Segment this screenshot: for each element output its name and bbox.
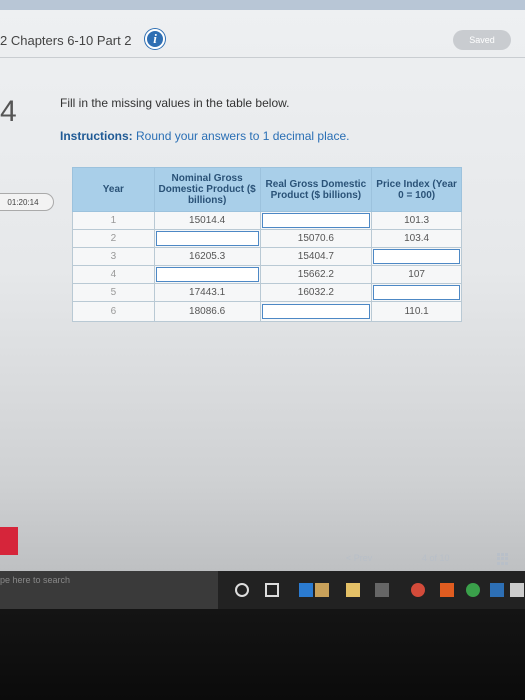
windows-taskbar: pe here to search: [0, 571, 525, 609]
col-header-year: Year: [72, 167, 155, 212]
table-header-row: Year Nominal Gross Domestic Product ($ b…: [72, 167, 462, 212]
price-index-cell: 103.4: [371, 229, 462, 248]
price-index-cell: 101.3: [371, 211, 462, 230]
nominal-gdp-input-year-2[interactable]: [155, 231, 259, 246]
real-gdp-answer-cell: [259, 211, 373, 230]
app-icon[interactable]: [490, 583, 504, 597]
table-row: 3 16205.3 15404.7: [72, 247, 462, 266]
table-row: 5 17443.1 16032.2: [72, 283, 462, 302]
real-gdp-answer-cell: [259, 301, 373, 322]
chrome-icon[interactable]: [466, 583, 480, 597]
instructions-label: Instructions:: [60, 129, 133, 143]
page-indicator[interactable]: 4 of 10: [422, 553, 450, 563]
nominal-gdp-cell: 15014.4: [153, 211, 261, 230]
calculator-icon[interactable]: [510, 583, 524, 597]
real-gdp-input-year-1[interactable]: [261, 213, 371, 228]
app-icon[interactable]: [411, 583, 425, 597]
col-header-nominal-gdp: Nominal Gross Domestic Product ($ billio…: [153, 167, 261, 212]
year-cell: 3: [72, 247, 155, 266]
nominal-gdp-answer-cell: [153, 265, 261, 284]
real-gdp-cell: 15404.7: [259, 247, 373, 266]
year-cell: 4: [72, 265, 155, 284]
instructions-text: Round your answers to 1 decimal place.: [132, 129, 350, 143]
nominal-gdp-input-year-4[interactable]: [155, 267, 259, 282]
task-view-icon[interactable]: [265, 583, 279, 597]
taskbar-search-placeholder: pe here to search: [0, 575, 71, 585]
year-cell: 2: [72, 229, 155, 248]
mail-icon[interactable]: [375, 583, 389, 597]
browser-top-bar: [0, 0, 525, 10]
table-row: 1 15014.4 101.3: [72, 211, 462, 230]
instructions: Instructions: Round your answers to 1 de…: [60, 129, 349, 143]
timer-badge: 01:20:14: [0, 193, 54, 211]
app-icon[interactable]: [440, 583, 454, 597]
table-row: 4 15662.2 107: [72, 265, 462, 284]
price-index-input-year-5[interactable]: [373, 285, 460, 300]
real-gdp-cell: 16032.2: [259, 283, 373, 302]
assignment-title: 2 Chapters 6-10 Part 2: [0, 33, 132, 48]
nominal-gdp-cell: 16205.3: [153, 247, 261, 266]
price-index-cell: 107: [371, 265, 462, 284]
cortana-icon[interactable]: [235, 583, 249, 597]
year-cell: 5: [72, 283, 155, 302]
price-index-answer-cell: [371, 283, 462, 302]
desk-background: [0, 609, 525, 700]
nominal-gdp-cell: 18086.6: [153, 301, 261, 322]
prev-button[interactable]: < Prev: [346, 553, 372, 563]
price-index-cell: 110.1: [371, 301, 462, 322]
store-icon[interactable]: [315, 583, 329, 597]
browser-screen: 2 Chapters 6-10 Part 2 i Saved 4 01:20:1…: [0, 0, 525, 600]
table-row: 2 15070.6 103.4: [72, 229, 462, 248]
gdp-table: Year Nominal Gross Domestic Product ($ b…: [72, 167, 462, 322]
col-header-real-gdp: Real Gross Domestic Product ($ billions): [259, 167, 373, 212]
year-cell: 1: [72, 211, 155, 230]
col-header-price-index: Price Index (Year 0 = 100): [371, 167, 462, 212]
year-cell: 6: [72, 301, 155, 322]
real-gdp-cell: 15662.2: [259, 265, 373, 284]
question-grid-icon[interactable]: [497, 553, 509, 565]
info-icon[interactable]: i: [145, 29, 165, 49]
real-gdp-cell: 15070.6: [259, 229, 373, 248]
taskbar-search-box[interactable]: pe here to search: [0, 571, 218, 609]
nominal-gdp-answer-cell: [153, 229, 261, 248]
question-number: 4: [0, 95, 17, 128]
table-row: 6 18086.6 110.1: [72, 301, 462, 322]
nominal-gdp-cell: 17443.1: [153, 283, 261, 302]
question-prompt: Fill in the missing values in the table …: [60, 96, 290, 110]
price-index-input-year-3[interactable]: [373, 249, 460, 264]
real-gdp-input-year-6[interactable]: [261, 304, 371, 319]
file-explorer-icon[interactable]: [346, 583, 360, 597]
saved-button[interactable]: Saved: [453, 30, 511, 50]
edge-browser-icon[interactable]: [299, 583, 313, 597]
publisher-logo: [0, 527, 18, 555]
assignment-header: 2 Chapters 6-10 Part 2 i Saved: [0, 22, 525, 58]
price-index-answer-cell: [371, 247, 462, 266]
